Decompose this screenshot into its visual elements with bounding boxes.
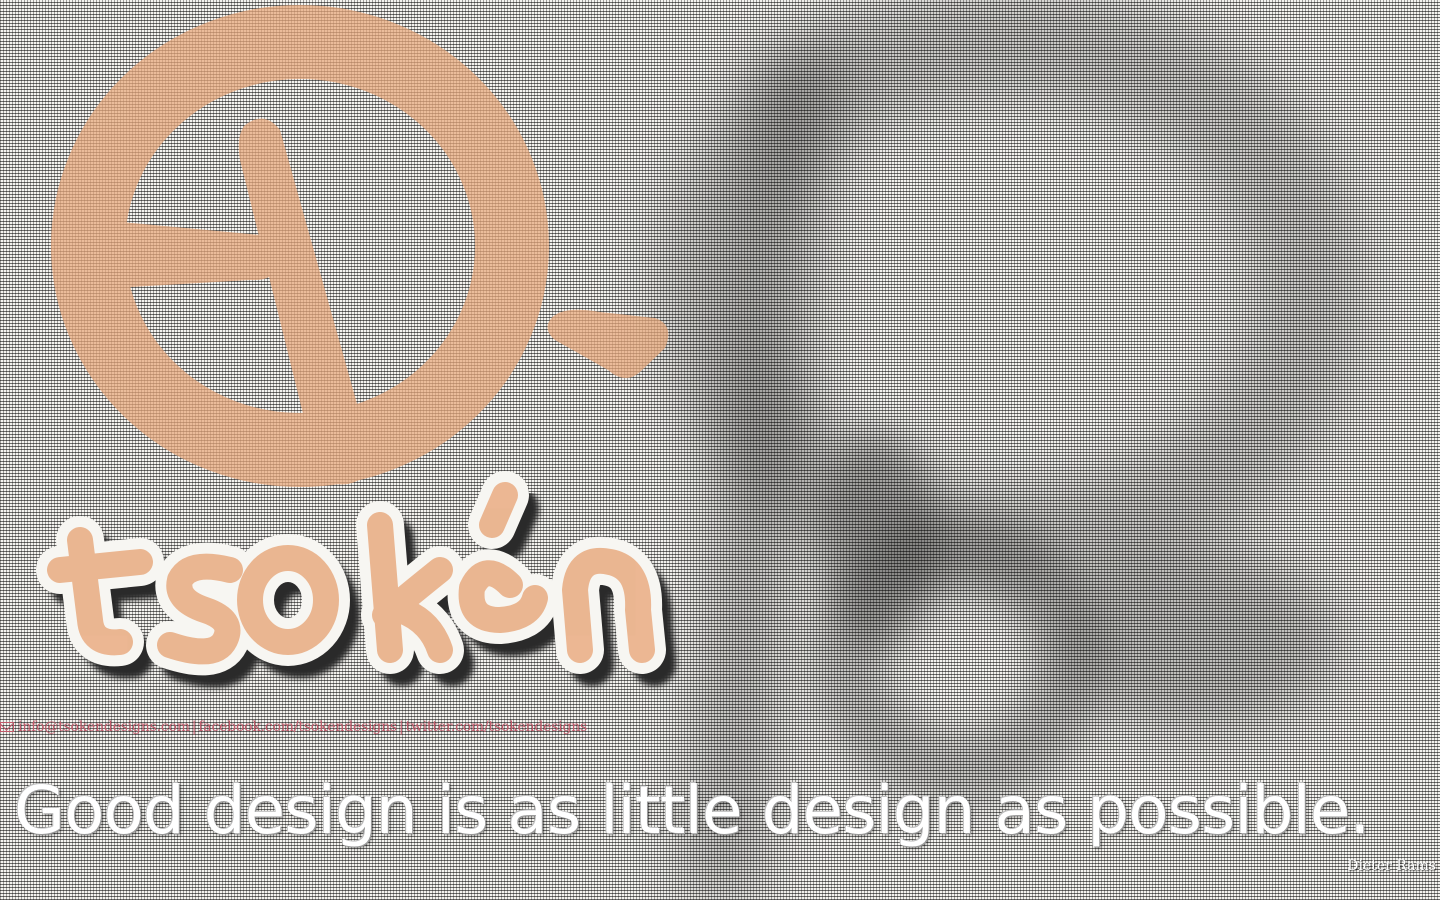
link-separator: |	[191, 719, 197, 735]
twitter-link[interactable]: twitter.com/tsokendesigns	[405, 719, 587, 735]
facebook-link[interactable]: facebook.com/tsokendesigns	[198, 719, 397, 735]
link-separator: |	[398, 719, 404, 735]
quote-author: Dieter Rams	[1347, 858, 1436, 874]
contact-links: info@tsokendesigns.com | facebook.com/ts…	[0, 719, 587, 735]
email-link[interactable]: info@tsokendesigns.com	[18, 719, 190, 735]
design-quote: Good design is as little design as possi…	[14, 772, 1371, 849]
brand-wordmark	[36, 471, 676, 688]
landing-page: info@tsokendesigns.com | facebook.com/ts…	[0, 0, 1440, 900]
brand-logo-icon	[51, 5, 669, 487]
mail-icon[interactable]	[0, 722, 14, 732]
